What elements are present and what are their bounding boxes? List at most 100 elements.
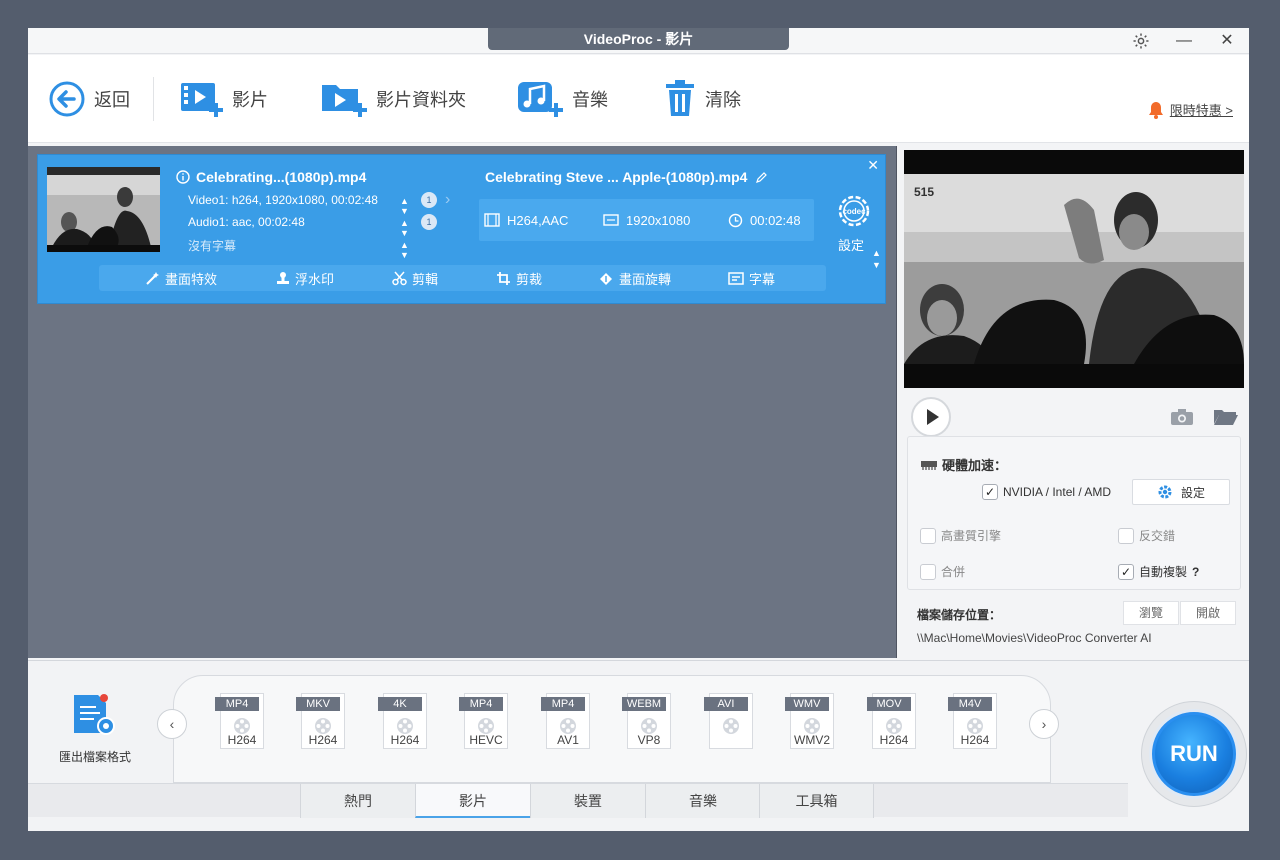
- format-tile[interactable]: 4K H264: [378, 693, 428, 753]
- output-duration-value: 00:02:48: [750, 212, 801, 228]
- tab-video[interactable]: 影片: [415, 784, 530, 818]
- format-tile[interactable]: M4V H264: [948, 693, 998, 753]
- watermark-button[interactable]: 浮水印: [276, 265, 334, 291]
- window-title: VideoProc - 影片: [488, 28, 789, 50]
- play-button[interactable]: [911, 397, 951, 437]
- promo-link[interactable]: 限時特惠 >: [1148, 100, 1233, 119]
- format-tile[interactable]: MP4 AV1: [541, 693, 591, 753]
- format-tag: WMV: [785, 697, 829, 711]
- audio-track-select[interactable]: Audio1: aac, 00:02:48: [188, 215, 305, 229]
- format-codec: H264: [227, 733, 257, 747]
- source-file: Celebrating...(1080p).mp4: [176, 169, 366, 185]
- tab-device[interactable]: 裝置: [530, 784, 645, 818]
- format-tile[interactable]: MOV H264: [867, 693, 917, 753]
- clear-label: 清除: [705, 90, 741, 110]
- crop-button[interactable]: 剪裁: [496, 265, 542, 291]
- chevron-right-icon: ›: [445, 191, 451, 208]
- format-codec: H264: [879, 733, 909, 747]
- format-tile[interactable]: MKV H264: [296, 693, 346, 753]
- format-codec: WMV2: [794, 733, 830, 747]
- clear-button[interactable]: 清除: [663, 55, 741, 143]
- format-codec: H264: [390, 733, 420, 747]
- codec-gear-icon: codec: [838, 195, 870, 227]
- output-resolution: 1920x1080: [603, 199, 690, 241]
- crop-label: 剪裁: [516, 271, 543, 287]
- codec-settings-label[interactable]: 設定: [838, 235, 864, 254]
- subtitle-button[interactable]: 字幕: [728, 265, 775, 291]
- video-thumbnail[interactable]: [47, 167, 160, 252]
- codec-text: codec: [842, 207, 866, 216]
- magic-wand-icon: [146, 271, 159, 285]
- video-track-select[interactable]: Video1: h264, 1920x1080, 00:02:48: [188, 193, 378, 207]
- add-video-folder-button[interactable]: 影片資料夾: [320, 55, 466, 143]
- deinterlace-checkbox[interactable]: 反交錯: [1118, 527, 1175, 544]
- add-music-icon: [518, 82, 563, 117]
- audio-track-spinner-icon[interactable]: ▲ ▼: [400, 218, 409, 238]
- edit-toolbar: 畫面特效 浮水印 剪輯 剪裁 畫面旋轉 字幕: [99, 265, 826, 291]
- close-button[interactable]: ✕: [1212, 30, 1242, 52]
- format-tag: WEBM: [622, 697, 666, 711]
- title-bar: VideoProc - 影片 — ✕: [28, 28, 1249, 54]
- cut-label: 剪輯: [412, 271, 439, 287]
- add-video-label: 影片: [232, 90, 268, 110]
- app-window: VideoProc - 影片 — ✕ 返回 影片 影片資料夾 音樂 清除 限時特…: [28, 28, 1249, 831]
- add-video-icon: [181, 83, 223, 117]
- film-reel-icon: [723, 718, 739, 734]
- hw-settings-button[interactable]: 設定: [1132, 479, 1230, 505]
- video-track-count: 1: [421, 192, 437, 208]
- add-music-button[interactable]: 音樂: [516, 55, 608, 143]
- output-title: Celebrating Steve ... Apple-(1080p).mp4: [485, 169, 748, 185]
- info-icon[interactable]: [176, 170, 190, 184]
- video-folder-icon: [322, 85, 367, 117]
- rotate-icon: [600, 272, 612, 285]
- crop-icon: [497, 271, 510, 285]
- format-next-button[interactable]: ›: [1029, 709, 1059, 739]
- subtitle-spinner-icon[interactable]: ▲ ▼: [400, 240, 409, 260]
- back-label: 返回: [94, 90, 130, 110]
- video-track-spinner-icon[interactable]: ▲ ▼: [400, 196, 409, 216]
- snapshot-camera-icon[interactable]: [1170, 408, 1194, 431]
- promo-label: 限時特惠 >: [1169, 103, 1233, 118]
- gear-icon: [1158, 485, 1172, 499]
- format-tile[interactable]: MP4 HEVC: [459, 693, 509, 753]
- export-format-icon: [74, 694, 115, 735]
- merge-checkbox[interactable]: 合併: [920, 563, 965, 580]
- format-tile[interactable]: AVI: [704, 693, 754, 753]
- format-prev-button[interactable]: ‹: [157, 709, 187, 739]
- reorder-arrows-icon[interactable]: ▲ ▼: [872, 247, 881, 271]
- subtitle-select[interactable]: 沒有字幕: [188, 237, 236, 254]
- video-preview[interactable]: 515: [904, 150, 1244, 388]
- tab-popular[interactable]: 熱門: [300, 784, 415, 818]
- codec-settings-button[interactable]: codec: [832, 189, 876, 233]
- open-button[interactable]: 開啟: [1180, 601, 1236, 625]
- task-card[interactable]: ✕ Celebrating...(1080p).mp4 Video1: h264…: [37, 154, 886, 304]
- clock-icon: [728, 213, 743, 227]
- open-folder-icon[interactable]: [1213, 408, 1239, 431]
- minimize-button[interactable]: —: [1169, 30, 1199, 52]
- run-button[interactable]: RUN: [1152, 712, 1236, 796]
- back-button[interactable]: 返回: [48, 55, 130, 143]
- cut-button[interactable]: 剪輯: [392, 265, 438, 291]
- nvidia-checkbox[interactable]: ✓ NVIDIA / Intel / AMD: [982, 484, 1111, 500]
- format-tile[interactable]: WEBM VP8: [622, 693, 672, 753]
- settings-gear-icon[interactable]: [1126, 30, 1156, 52]
- format-tile[interactable]: WMV WMV2: [785, 693, 835, 753]
- nvidia-label: NVIDIA / Intel / AMD: [1003, 485, 1112, 499]
- browse-button[interactable]: 瀏覽: [1123, 601, 1179, 625]
- tab-music[interactable]: 音樂: [645, 784, 760, 818]
- trash-icon: [666, 80, 694, 116]
- auto-copy-help-icon[interactable]: ?: [1192, 565, 1199, 579]
- effect-button[interactable]: 畫面特效: [145, 265, 217, 291]
- rename-pencil-icon[interactable]: [755, 171, 768, 184]
- hq-engine-checkbox[interactable]: 高畫質引擎: [920, 527, 1001, 544]
- remove-task-icon[interactable]: ✕: [867, 157, 879, 174]
- output-codec-value: H264,AAC: [507, 212, 569, 228]
- format-tile[interactable]: MP4 H264: [215, 693, 265, 753]
- resolution-icon: [603, 214, 619, 226]
- add-video-button[interactable]: 影片: [178, 55, 268, 143]
- audio-track-count: 1: [421, 214, 437, 230]
- tab-toolbox[interactable]: 工具箱: [759, 784, 874, 818]
- auto-copy-checkbox[interactable]: ✓ 自動複製 ?: [1118, 563, 1199, 580]
- rotate-button[interactable]: 畫面旋轉: [598, 265, 671, 291]
- export-format-button[interactable]: 匯出檔案格式: [50, 693, 140, 765]
